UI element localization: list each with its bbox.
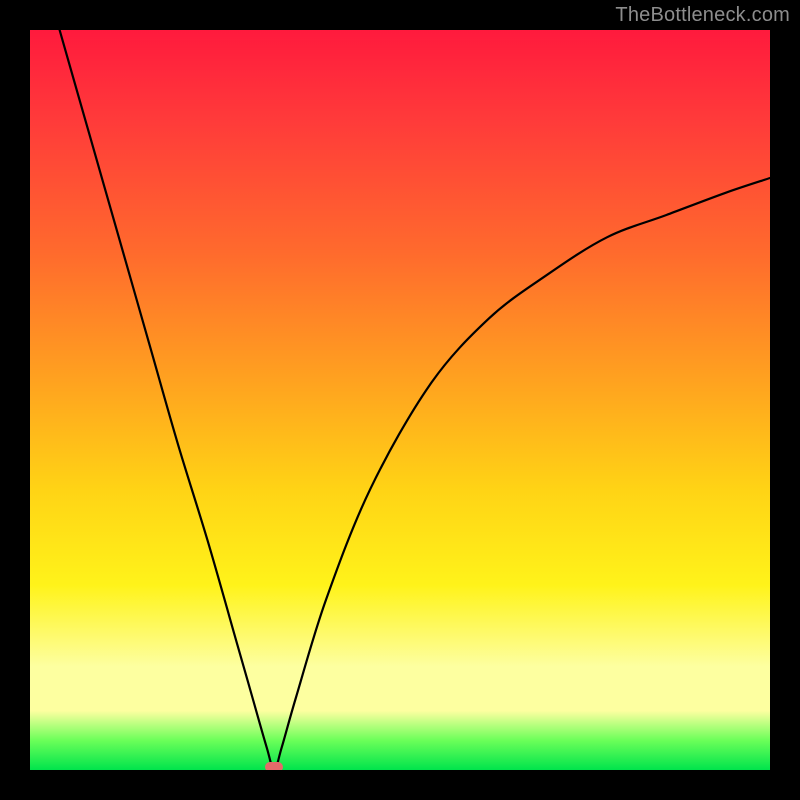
watermark-text: TheBottleneck.com <box>615 4 790 27</box>
plot-area <box>30 30 770 770</box>
optimum-marker <box>265 762 283 770</box>
chart-frame: TheBottleneck.com <box>0 0 800 800</box>
bottleneck-curve <box>60 30 770 770</box>
curve-layer <box>30 30 770 770</box>
